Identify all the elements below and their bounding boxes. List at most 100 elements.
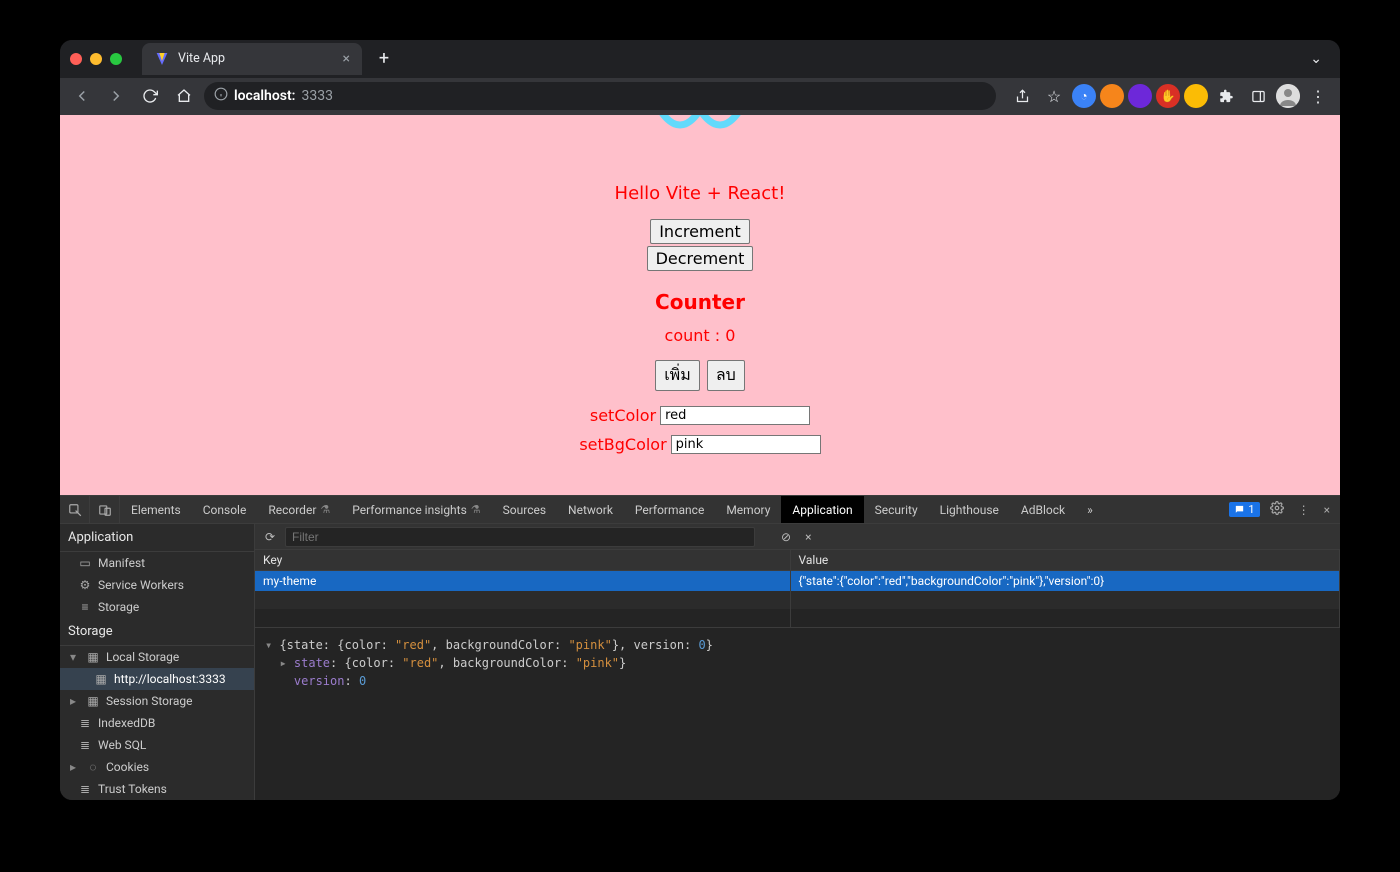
chevron-down-icon[interactable]: ⌄ (1302, 47, 1330, 71)
extension-icon-ublock[interactable]: ✋ (1156, 84, 1180, 108)
table-row[interactable]: my-theme {"state":{"color":"red","backgr… (255, 571, 1340, 592)
localstorage-table: Key Value my-theme {"state":{"color":"re… (255, 550, 1340, 627)
tab-recorder[interactable]: Recorder⚗ (257, 496, 341, 523)
delete-button[interactable]: ลบ (707, 360, 745, 391)
storage-toolbar: ⟳ ⊘ × (255, 524, 1340, 550)
extension-icon-1[interactable]: ◔ (1072, 84, 1096, 108)
home-button[interactable] (170, 82, 198, 110)
sidebar-item-manifest[interactable]: ▭ Manifest (60, 552, 254, 574)
vite-favicon (154, 51, 170, 67)
devtools-main: ⟳ ⊘ × Key Value (255, 524, 1340, 800)
traffic-lights (70, 53, 122, 65)
experiment-icon: ⚗ (320, 503, 330, 516)
sidebar-heading-storage: Storage (60, 618, 254, 646)
sidebar-item-trust-tokens[interactable]: ≣ Trust Tokens (60, 778, 254, 800)
urlbar: localhost:3333 ☆ ◔ ✋ ⋮ (60, 78, 1340, 116)
tabs-overflow-icon[interactable]: » (1076, 496, 1104, 523)
sidebar-item-localstorage-origin[interactable]: ▦ http://localhost:3333 (60, 668, 254, 690)
tab-application[interactable]: Application (781, 496, 863, 523)
maximize-window-button[interactable] (110, 53, 122, 65)
hello-heading: Hello Vite + React! (60, 183, 1340, 204)
decrement-button[interactable]: Decrement (647, 246, 754, 271)
refresh-icon[interactable]: ⟳ (261, 530, 279, 544)
tab-lighthouse[interactable]: Lighthouse (929, 496, 1010, 523)
sidebar-item-local-storage[interactable]: ▾ ▦ Local Storage (60, 646, 254, 668)
titlebar: Vite App × + ⌄ (60, 40, 1340, 78)
value-preview: ▾ {state: {color: "red", backgroundColor… (255, 627, 1340, 800)
add-button[interactable]: เพิ่ม (655, 360, 700, 391)
sidebar-heading-application: Application (60, 524, 254, 552)
grid-icon: ▦ (86, 694, 100, 708)
extension-icon-metamask[interactable] (1100, 84, 1124, 108)
sidebar-item-session-storage[interactable]: ▸ ▦ Session Storage (60, 690, 254, 712)
close-window-button[interactable] (70, 53, 82, 65)
kebab-menu-icon[interactable]: ⋮ (1304, 82, 1332, 110)
app-body: Hello Vite + React! Increment Decrement … (60, 115, 1340, 454)
gear-icon: ⚙ (78, 578, 92, 592)
share-icon[interactable] (1008, 82, 1036, 110)
tab-sources[interactable]: Sources (492, 496, 557, 523)
sidebar-item-cookies[interactable]: ▸ ◌ Cookies (60, 756, 254, 778)
new-tab-button[interactable]: + (370, 48, 398, 69)
inspect-element-icon[interactable] (60, 496, 90, 523)
setbgcolor-label: setBgColor (579, 435, 666, 454)
forward-button[interactable] (102, 82, 130, 110)
extension-icon-5[interactable] (1184, 84, 1208, 108)
inc-dec-buttons: Increment Decrement (60, 218, 1340, 272)
issues-count: 1 (1248, 503, 1254, 516)
close-tab-icon[interactable]: × (343, 51, 350, 67)
devtools-close-icon[interactable]: × (1320, 503, 1334, 517)
experiment-icon: ⚗ (471, 503, 481, 516)
tab-title: Vite App (178, 51, 335, 66)
delete-selected-icon[interactable]: × (801, 530, 815, 544)
counter-heading: Counter (60, 290, 1340, 314)
browser-tab[interactable]: Vite App × (142, 43, 362, 75)
minimize-window-button[interactable] (90, 53, 102, 65)
back-button[interactable] (68, 82, 96, 110)
tab-performance[interactable]: Performance (624, 496, 715, 523)
devtools-tabbar: Elements Console Recorder⚗ Performance i… (60, 496, 1340, 524)
issues-badge[interactable]: 1 (1229, 502, 1259, 517)
filter-input[interactable] (285, 527, 755, 547)
tab-console[interactable]: Console (192, 496, 258, 523)
disclosure-triangle-icon[interactable]: ▸ (70, 694, 80, 708)
setbgcolor-input[interactable] (671, 435, 821, 454)
clear-all-icon[interactable]: ⊘ (777, 530, 795, 544)
url-port: 3333 (301, 88, 332, 104)
tab-elements[interactable]: Elements (120, 496, 192, 523)
address-bar[interactable]: localhost:3333 (204, 82, 996, 110)
devtools-settings-icon[interactable] (1266, 501, 1288, 518)
tab-memory[interactable]: Memory (715, 496, 781, 523)
grid-icon: ▦ (86, 650, 100, 664)
sidebar-item-service-workers[interactable]: ⚙ Service Workers (60, 574, 254, 596)
setcolor-input[interactable] (660, 406, 810, 425)
device-toolbar-icon[interactable] (90, 496, 120, 523)
increment-button[interactable]: Increment (650, 219, 750, 244)
setbgcolor-row: setBgColor (60, 435, 1340, 454)
disclosure-triangle-icon[interactable]: ▾ (70, 650, 80, 664)
extensions-menu-icon[interactable] (1212, 82, 1240, 110)
side-panel-icon[interactable] (1244, 82, 1272, 110)
col-value[interactable]: Value (790, 550, 1340, 571)
extension-icon-3[interactable] (1128, 84, 1152, 108)
sidebar-item-indexeddb[interactable]: ≣ IndexedDB (60, 712, 254, 734)
tab-adblock[interactable]: AdBlock (1010, 496, 1076, 523)
react-logo-fragment (655, 115, 745, 139)
tab-security[interactable]: Security (864, 496, 929, 523)
sidebar-item-websql[interactable]: ≣ Web SQL (60, 734, 254, 756)
toolbar-right: ☆ ◔ ✋ ⋮ (1002, 82, 1332, 110)
col-key[interactable]: Key (255, 550, 790, 571)
tab-perf-insights[interactable]: Performance insights⚗ (341, 496, 491, 523)
bookmark-star-icon[interactable]: ☆ (1040, 82, 1068, 110)
cell-key: my-theme (255, 571, 790, 592)
page-viewport: Hello Vite + React! Increment Decrement … (60, 115, 1340, 495)
tab-network[interactable]: Network (557, 496, 624, 523)
profile-avatar[interactable] (1276, 84, 1300, 108)
sidebar-item-storage-overview[interactable]: ≡ Storage (60, 596, 254, 618)
devtools-kebab-icon[interactable]: ⋮ (1294, 503, 1314, 517)
site-info-icon[interactable] (214, 87, 228, 105)
cell-value: {"state":{"color":"red","backgroundColor… (790, 571, 1340, 592)
reload-button[interactable] (136, 82, 164, 110)
devtools: Elements Console Recorder⚗ Performance i… (60, 495, 1340, 800)
disclosure-triangle-icon[interactable]: ▸ (70, 760, 80, 774)
